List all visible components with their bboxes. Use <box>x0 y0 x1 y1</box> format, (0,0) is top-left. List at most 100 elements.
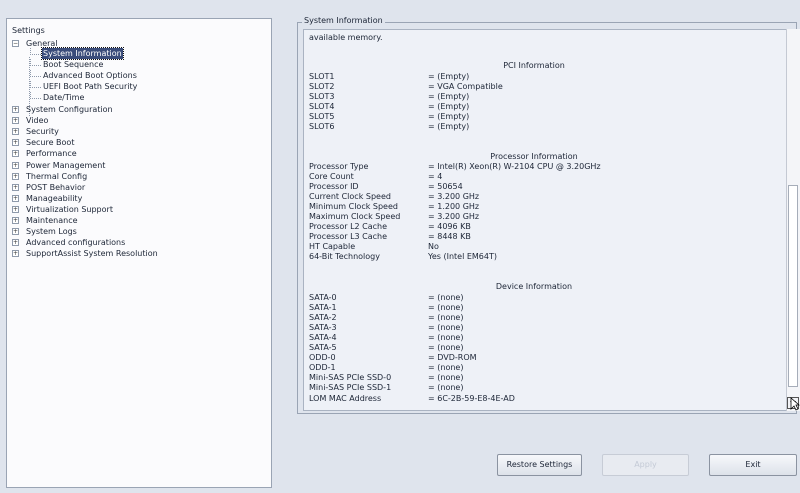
expand-icon[interactable]: + <box>12 239 19 247</box>
tree-branch-line <box>30 81 41 88</box>
tree-item-label: Secure Boot <box>26 138 75 148</box>
tree-item-label: Performance <box>26 149 77 159</box>
section-title-device: Device Information <box>495 282 573 291</box>
scroll-up-button[interactable] <box>787 29 800 41</box>
tree-item-label: Power Management <box>26 160 106 170</box>
tree-item-label: SupportAssist System Resolution <box>26 249 158 259</box>
info-value: = 3.200 GHz <box>428 192 480 202</box>
expand-icon[interactable]: + <box>12 161 19 169</box>
info-value: = (none) <box>428 343 464 353</box>
info-value: = 50654 <box>428 182 463 192</box>
info-top-text: available memory. <box>309 33 383 42</box>
expand-icon[interactable]: + <box>12 139 19 147</box>
info-value: = 4 <box>428 172 443 182</box>
info-label: HT Capable <box>309 242 356 252</box>
tree-subitem-label: Advanced Boot Options <box>43 71 137 80</box>
info-value: No <box>428 242 439 252</box>
info-label: SATA-4 <box>309 333 337 343</box>
info-label: SATA-1 <box>309 303 337 313</box>
info-label: SATA-3 <box>309 323 337 333</box>
info-value: = 3.200 GHz <box>428 212 480 222</box>
info-label: SLOT5 <box>309 112 335 122</box>
info-label: Processor L3 Cache <box>309 232 388 242</box>
info-label: SLOT2 <box>309 82 335 92</box>
info-label: Processor L2 Cache <box>309 222 388 232</box>
tree-item-label: Security <box>26 127 59 137</box>
info-value: = (none) <box>428 323 464 333</box>
info-label: Current Clock Speed <box>309 192 391 202</box>
info-label: SLOT4 <box>309 102 335 112</box>
group-title: System Information <box>302 16 385 25</box>
section-title-pci: PCI Information <box>503 61 565 70</box>
expand-icon[interactable]: + <box>12 194 19 202</box>
info-value: = (Empty) <box>428 122 470 132</box>
info-label: ODD-0 <box>309 353 336 363</box>
apply-button[interactable]: Apply <box>602 454 689 476</box>
tree-subitem-label: UEFI Boot Path Security <box>43 82 138 91</box>
info-label: SATA-0 <box>309 293 337 302</box>
tree-item-label: Advanced configurations <box>26 238 126 248</box>
info-value: = (Empty) <box>428 92 470 102</box>
info-label: Mini-SAS PCIe SSD-1 <box>309 383 392 393</box>
tree-item-label: System Configuration <box>26 105 113 114</box>
tree-subitem-label: Boot Sequence <box>43 60 104 69</box>
info-label: SLOT1 <box>309 72 335 81</box>
info-value: = (none) <box>428 363 464 373</box>
info-value: = VGA Compatible <box>428 82 503 92</box>
info-label: SATA-5 <box>309 343 337 353</box>
expand-icon[interactable]: + <box>12 150 19 158</box>
info-label: Mini-SAS PCIe SSD-0 <box>309 373 392 383</box>
info-value: = (Empty) <box>428 72 470 81</box>
restore-settings-button[interactable]: Restore Settings <box>497 454 582 476</box>
tree-item-label: Video <box>26 116 49 126</box>
info-label: Minimum Clock Speed <box>309 202 398 212</box>
expand-icon[interactable]: + <box>12 117 19 125</box>
info-label: ODD-1 <box>309 363 336 373</box>
info-value: = (none) <box>428 333 464 343</box>
tree-item-label: Virtualization Support <box>26 204 113 214</box>
tree-item-label: System Logs <box>26 227 77 237</box>
info-value: = (none) <box>428 313 464 323</box>
info-value: Yes (Intel EM64T) <box>428 252 497 262</box>
expand-icon[interactable]: + <box>12 217 19 224</box>
info-value: = 6C-2B-59-E8-4E-AD <box>428 393 515 403</box>
expand-icon[interactable]: + <box>12 205 19 213</box>
tree-branch-line <box>30 59 41 66</box>
expand-icon[interactable]: + <box>12 128 19 136</box>
info-value: = (Empty) <box>428 102 470 112</box>
settings-tree: Settings − General System Information Boot … <box>6 18 272 488</box>
section-title-processor: Processor Information <box>490 152 578 161</box>
tree-branch-line <box>30 48 41 55</box>
info-value: = (none) <box>428 303 464 313</box>
info-value: = (none) <box>428 383 464 393</box>
expand-icon[interactable]: + <box>12 106 19 113</box>
tree-item-label: POST Behavior <box>26 182 86 192</box>
info-label: Processor Type <box>309 162 369 171</box>
vertical-scrollbar[interactable] <box>786 29 800 411</box>
info-label: Core Count <box>309 172 354 182</box>
tree-item-label: Thermal Config <box>26 171 88 181</box>
info-value: = 1.200 GHz <box>428 202 480 212</box>
info-value: = (none) <box>428 373 464 383</box>
expand-icon[interactable]: + <box>12 228 19 236</box>
info-label: SATA-2 <box>309 313 337 323</box>
tree-subitem-label: System Information <box>41 47 124 60</box>
tree-item-label: Manageability <box>26 193 83 203</box>
tree-subitem-label: Date/Time <box>43 93 85 102</box>
mouse-cursor-icon <box>790 397 800 411</box>
expand-icon[interactable]: + <box>12 172 19 180</box>
info-label: SLOT3 <box>309 92 335 102</box>
collapse-icon[interactable]: − <box>12 40 19 47</box>
info-label: Maximum Clock Speed <box>309 212 401 222</box>
tree-root-settings: Settings <box>12 26 45 35</box>
system-information-pane: available memory. PCI Information SLOT1 =… <box>303 29 800 411</box>
info-label: SLOT6 <box>309 122 335 132</box>
info-label: 64-Bit Technology <box>309 252 380 262</box>
scroll-thumb[interactable] <box>788 185 798 387</box>
info-value: = 8448 KB <box>428 232 471 242</box>
info-value: = DVD-ROM <box>428 353 477 363</box>
expand-icon[interactable]: + <box>12 250 19 258</box>
exit-button[interactable]: Exit <box>709 454 797 476</box>
expand-icon[interactable]: + <box>12 183 19 191</box>
info-value: = Intel(R) Xeon(R) W-2104 CPU @ 3.20GHz <box>428 162 601 171</box>
